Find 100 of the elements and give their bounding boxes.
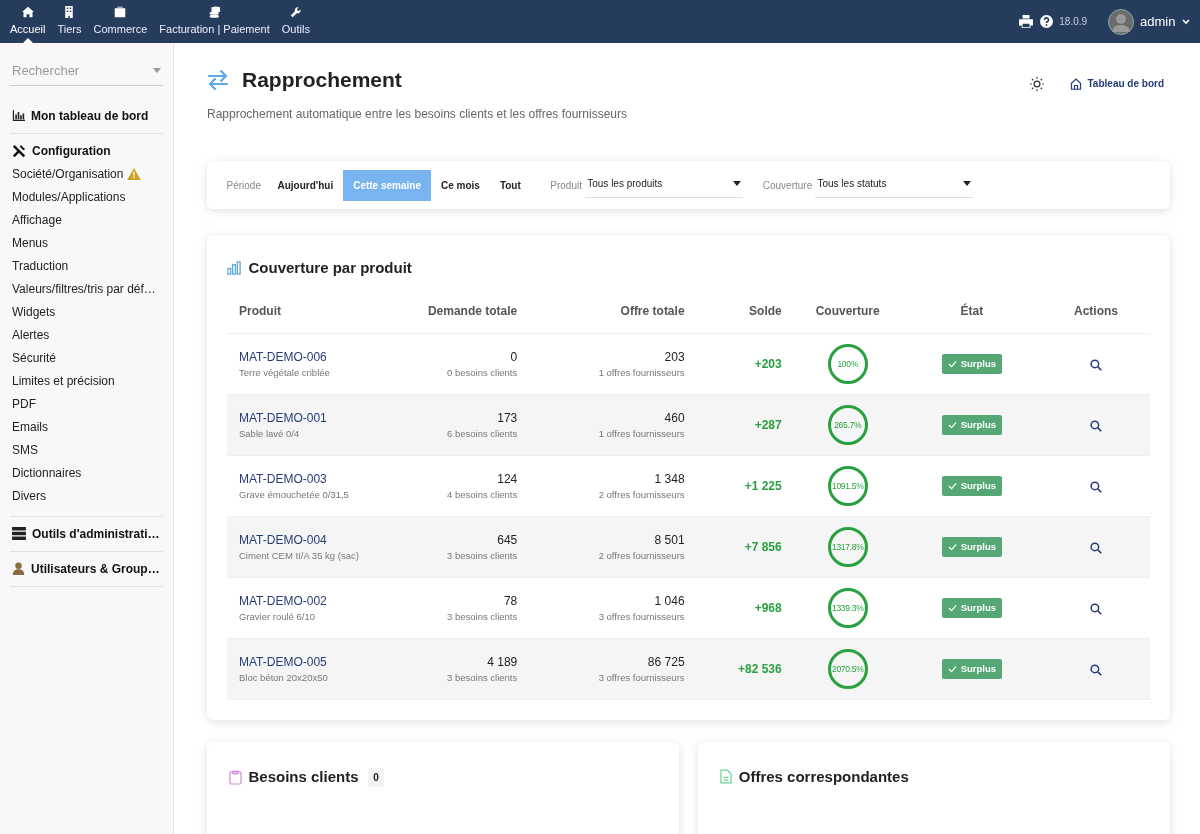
search-icon[interactable] — [1090, 603, 1102, 615]
sidebar-item[interactable]: Limites et précision — [10, 369, 163, 393]
table-cell-text: 460 — [663, 410, 685, 428]
period-button[interactable]: Tout — [489, 169, 531, 201]
column-header: État — [901, 290, 1042, 334]
sidebar-section[interactable]: Outils d'administrati… — [10, 524, 162, 543]
user-menu[interactable]: admin — [1140, 11, 1190, 32]
sidebar-item[interactable]: Valeurs/filtres/tris par déf… — [10, 277, 163, 301]
column-header: Solde — [696, 290, 794, 334]
sidebar-item[interactable]: Société/Organisation — [10, 162, 163, 186]
coverage-ring: 2070.5% — [827, 649, 868, 690]
card-title: Besoins clients — [248, 768, 359, 787]
filter-label: Couverture — [762, 178, 813, 193]
sidebar-item[interactable]: Widgets — [10, 300, 163, 324]
product-link[interactable]: MAT-DEMO-002 — [239, 592, 327, 611]
table-cell-text: 4 189 — [486, 654, 518, 672]
printer-icon[interactable] — [1019, 15, 1034, 28]
sidebar-item[interactable]: Dictionnaires — [10, 461, 163, 485]
filter-select[interactable]: Tous les produits — [585, 172, 744, 199]
chart-icon — [12, 109, 25, 122]
balance-value: +1 225 — [744, 479, 782, 494]
cell-note: 3 besoins clients — [446, 671, 518, 686]
sidebar-item[interactable]: Traduction — [10, 254, 163, 278]
cell-note: 3 offres fournisseurs — [597, 671, 685, 686]
caret-icon — [733, 181, 742, 187]
card-title: Offres correspondantes — [738, 767, 909, 786]
sidebar-section[interactable]: Mon tableau de bord — [10, 106, 151, 125]
table-cell-text: 8 501 — [653, 532, 685, 550]
product-link[interactable]: MAT-DEMO-003 — [239, 470, 327, 489]
coverage-ring: 265.7% — [827, 405, 868, 446]
status-badge: Surplus — [941, 537, 1002, 558]
product-name: Terre végétale criblée — [239, 366, 331, 381]
sidebar-item[interactable]: Alertes — [10, 323, 163, 347]
search-icon[interactable] — [1090, 542, 1102, 554]
tools-icon — [12, 143, 26, 158]
sidebar-item[interactable]: Modules/Applications — [10, 185, 163, 209]
column-header: Offre totale — [529, 290, 697, 334]
sidebar-item[interactable]: Affichage — [10, 208, 163, 232]
product-link[interactable]: MAT-DEMO-005 — [239, 653, 327, 672]
check-icon — [947, 604, 957, 613]
product-link[interactable]: MAT-DEMO-001 — [239, 409, 327, 428]
chart-icon — [227, 261, 242, 276]
sidebar-item[interactable]: Emails — [10, 415, 163, 439]
check-icon — [947, 360, 957, 369]
period-button[interactable]: Ce mois — [431, 169, 490, 201]
dashboard-link[interactable]: Tableau de bord — [1063, 75, 1170, 92]
cell-note: 4 besoins clients — [446, 488, 518, 503]
building-icon — [63, 5, 76, 18]
product-link[interactable]: MAT-DEMO-004 — [239, 531, 327, 550]
search-icon[interactable] — [1090, 481, 1102, 493]
cell-note: 2 offres fournisseurs — [597, 549, 685, 564]
table-cell-text: 78 — [502, 593, 518, 611]
version-text: 18.0.9 — [1059, 15, 1088, 29]
avatar-icon[interactable] — [1107, 8, 1134, 35]
sidebar-item[interactable]: Menus — [10, 231, 163, 255]
search-icon[interactable] — [1090, 420, 1102, 432]
table-cell-text: 124 — [496, 471, 518, 489]
menu-tab[interactable]: Tiers — [51, 0, 88, 43]
search-icon[interactable] — [1090, 664, 1102, 676]
table-cell-text: 1 348 — [653, 471, 685, 489]
cell-note: 6 besoins clients — [446, 427, 518, 442]
briefcase-icon — [114, 5, 127, 18]
sun-icon[interactable] — [1030, 76, 1044, 91]
column-header: Produit — [227, 290, 400, 334]
product-link[interactable]: MAT-DEMO-006 — [239, 348, 327, 367]
card-title: Couverture par produit — [248, 259, 412, 278]
cell-note: 1 offres fournisseurs — [597, 366, 685, 381]
filter-label: Produit — [550, 178, 582, 193]
sidebar-item[interactable]: SMS — [10, 438, 163, 462]
count-badge: 0 — [368, 767, 384, 787]
sidebar-item[interactable]: Sécurité — [10, 346, 163, 370]
filter-select[interactable]: Tous les statuts — [815, 172, 974, 199]
coverage-ring: 1339.3% — [827, 588, 868, 629]
help-icon[interactable] — [1039, 15, 1053, 28]
home-icon — [21, 5, 34, 18]
menu-tab[interactable]: Commerce — [87, 0, 154, 43]
status-badge: Surplus — [941, 415, 1002, 436]
balance-value: +7 856 — [744, 540, 782, 555]
sidebar-item[interactable]: PDF — [10, 392, 163, 416]
menu-tab[interactable]: Facturation | Paiement — [153, 0, 276, 43]
sidebar-section[interactable]: Utilisateurs & Group… — [10, 559, 162, 578]
sidebar-section[interactable]: Configuration — [10, 141, 113, 160]
server-icon — [12, 527, 26, 541]
search-icon[interactable] — [1090, 359, 1102, 371]
period-button[interactable]: Aujourd'hui — [267, 169, 344, 201]
coverage-ring: 1091.5% — [827, 466, 868, 507]
document-icon — [720, 769, 733, 785]
chevron-icon — [1181, 18, 1190, 25]
user-icon — [12, 562, 25, 576]
clipboard-icon — [229, 769, 242, 785]
sidebar-item[interactable]: Divers — [10, 484, 163, 508]
status-badge: Surplus — [941, 659, 1002, 680]
status-badge: Surplus — [941, 476, 1002, 497]
table-cell-text: 203 — [663, 349, 685, 367]
home-icon — [1069, 77, 1082, 90]
wrench-icon — [289, 5, 302, 18]
caret-icon — [153, 68, 161, 74]
menu-tab[interactable]: Outils — [275, 0, 316, 43]
filter-label: Période — [226, 178, 261, 193]
coverage-ring: 1317.8% — [827, 527, 868, 568]
